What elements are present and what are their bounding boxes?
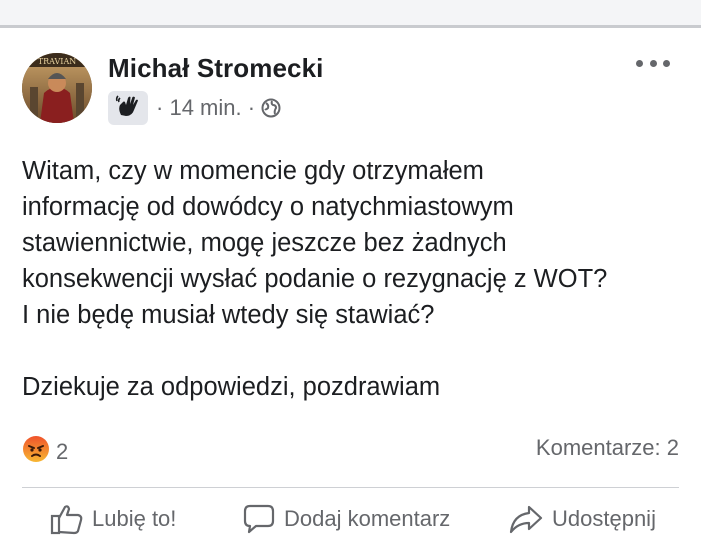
post-body-line: Witam, czy w momencie gdy otrzymałem — [22, 157, 484, 185]
angry-face-icon — [22, 435, 50, 468]
share-label: Udostępnij — [552, 506, 656, 531]
reaction-count: 2 — [56, 438, 69, 464]
comments-count[interactable]: Komentarze: 2 — [536, 435, 679, 461]
comment-label: Dodaj komentarz — [284, 506, 451, 531]
more-options-icon[interactable] — [636, 53, 670, 73]
share-button[interactable]: Udostępnij — [508, 503, 656, 535]
post-closing-line: Dziekuje za odpowiedzi, pozdrawiam — [22, 373, 441, 401]
divider — [22, 487, 679, 488]
author-name[interactable]: Michał Stromecki — [108, 53, 323, 84]
share-arrow-icon — [508, 503, 544, 535]
avatar-logo-text: TRAVIAN — [38, 57, 76, 66]
waving-hand-icon — [115, 93, 141, 124]
post-body: Witam, czy w momencie gdy otrzymałem inf… — [22, 153, 682, 405]
post-actions: Lubię to! Dodaj komentarz Udostępnij — [0, 503, 701, 543]
like-button[interactable]: Lubię to! — [50, 503, 176, 535]
post-body-line: I nie będę musiał wtedy się stawiać? — [22, 301, 435, 329]
thumbs-up-icon — [50, 503, 84, 535]
post-card: TRAVIAN Michał Stromecki · 14 min. · Wit… — [0, 31, 701, 540]
post-body-line: informację od dowódcy o natychmiastowym — [22, 193, 514, 221]
reactions-summary[interactable]: 2 — [22, 435, 68, 468]
like-label: Lubię to! — [92, 506, 177, 531]
avatar[interactable]: TRAVIAN — [22, 53, 92, 123]
speech-bubble-icon — [242, 503, 276, 535]
comment-button[interactable]: Dodaj komentarz — [242, 503, 450, 535]
post-body-line: stawiennictwie, mogę jeszcze bez żadnych — [22, 229, 507, 257]
post-body-line: konsekwencji wysłać podanie o rezygnację… — [22, 265, 608, 293]
post-meta: · 14 min. · — [108, 91, 281, 125]
globe-icon — [261, 98, 281, 118]
top-bar — [0, 0, 701, 28]
post-time[interactable]: · 14 min. · — [156, 95, 255, 121]
group-badge[interactable] — [108, 91, 148, 125]
